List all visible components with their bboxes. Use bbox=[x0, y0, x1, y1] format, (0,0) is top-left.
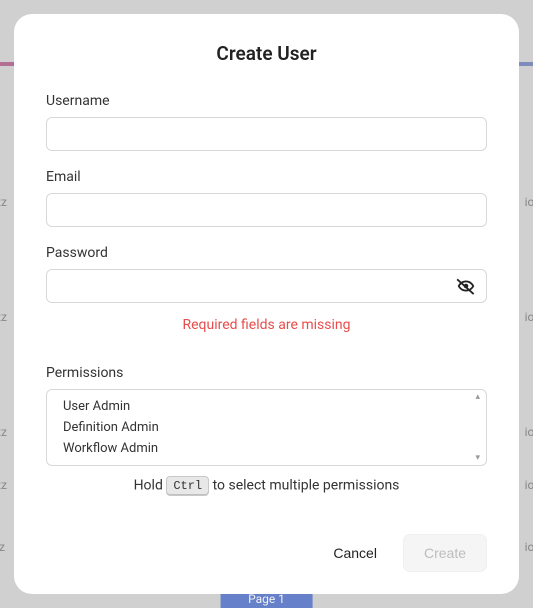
backdrop-text-fragment: zz bbox=[0, 195, 7, 209]
hint-text-prefix: Hold bbox=[134, 478, 167, 494]
backdrop-text-fragment: ion bbox=[525, 540, 533, 554]
backdrop-text-fragment: zz bbox=[0, 310, 7, 324]
permission-option[interactable]: Definition Admin bbox=[47, 417, 486, 438]
validation-error-message: Required fields are missing bbox=[46, 317, 487, 333]
modal-title: Create User bbox=[46, 42, 487, 65]
ctrl-key-hint: Ctrl bbox=[166, 476, 209, 496]
password-field-group: Password bbox=[46, 245, 487, 303]
email-field-group: Email bbox=[46, 169, 487, 227]
permissions-hint: Hold Ctrl to select multiple permissions bbox=[46, 476, 487, 496]
scroll-down-icon: ▾ bbox=[475, 453, 480, 463]
backdrop-text-fragment: ion bbox=[525, 425, 533, 439]
toggle-password-visibility-icon[interactable] bbox=[455, 275, 477, 297]
modal-footer: Cancel Create bbox=[46, 514, 487, 572]
permission-option[interactable]: User Admin bbox=[47, 396, 486, 417]
password-label: Password bbox=[46, 245, 487, 261]
backdrop-text-fragment: zz bbox=[0, 425, 7, 439]
password-input[interactable] bbox=[46, 269, 487, 303]
email-input[interactable] bbox=[46, 193, 487, 227]
backdrop-text-fragment: ion bbox=[525, 478, 533, 492]
cancel-button[interactable]: Cancel bbox=[325, 535, 385, 571]
permissions-label: Permissions bbox=[46, 365, 487, 381]
username-label: Username bbox=[46, 93, 487, 109]
hint-text-suffix: to select multiple permissions bbox=[209, 478, 399, 494]
email-label: Email bbox=[46, 169, 487, 185]
permissions-select[interactable]: ▴ User Admin Definition Admin Workflow A… bbox=[46, 389, 487, 466]
backdrop-text-fragment: ion bbox=[525, 195, 533, 209]
username-input[interactable] bbox=[46, 117, 487, 151]
backdrop-text-fragment: zz bbox=[0, 478, 7, 492]
username-field-group: Username bbox=[46, 93, 487, 151]
create-user-modal: Create User Username Email Password Requ… bbox=[14, 14, 519, 594]
backdrop-text-fragment: z bbox=[0, 540, 5, 554]
backdrop-text-fragment: ion bbox=[525, 310, 533, 324]
permission-option[interactable]: Workflow Admin bbox=[47, 438, 486, 459]
create-button[interactable]: Create bbox=[403, 534, 487, 572]
permissions-field-group: Permissions ▴ User Admin Definition Admi… bbox=[46, 365, 487, 496]
scroll-up-icon: ▴ bbox=[475, 392, 480, 402]
